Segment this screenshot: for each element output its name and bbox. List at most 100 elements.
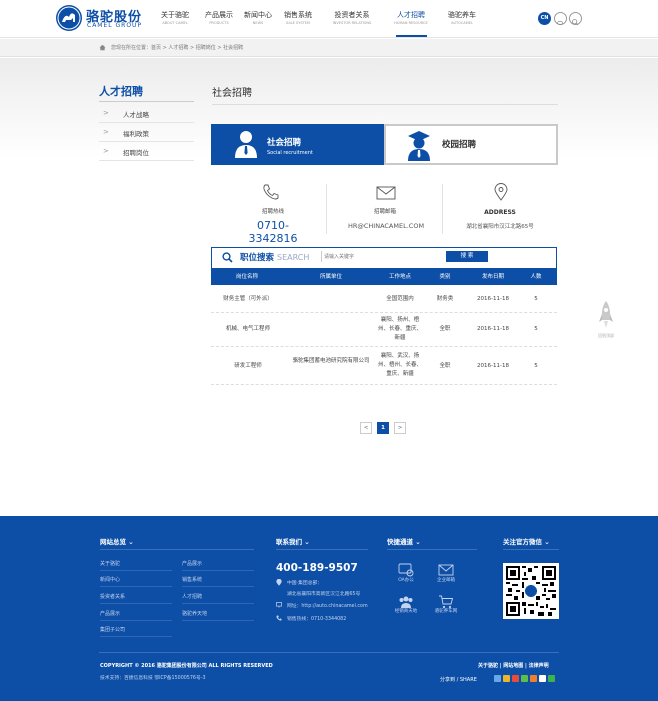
pagination-prev[interactable]: < [360,422,372,434]
footer-divider [100,603,172,604]
footer-divider [182,586,254,587]
job-count: 5 [534,296,538,302]
table-row[interactable]: 财务主管（可外派） 全国范围内 财务类 2016-11-18 5 [211,285,557,313]
footer-divider [100,620,172,621]
monitor-icon [276,602,282,608]
location-pin-icon [494,183,508,201]
title-divider [212,104,558,105]
tech-support[interactable]: 技术支持：百捷信息科技 鄂ICP备15000576号-3 [100,674,206,681]
cart-icon[interactable] [438,595,454,609]
footer-divider [100,570,172,571]
footer-bottom-divider [99,652,559,653]
nav-sales[interactable]: 销售系统 SALE SYSTEM [272,10,324,26]
share-qzone-icon[interactable] [503,675,510,682]
back-to-top-rocket-icon[interactable] [598,300,614,330]
quick-oa-label[interactable]: OA办公 [386,577,426,583]
footer-nav-title: 网站总览 ⌄ [100,538,134,546]
phone-icon [276,615,282,621]
share-weibo-icon[interactable] [494,675,501,682]
pagination-page[interactable]: 1 [377,422,389,434]
dealers-icon[interactable] [398,595,414,609]
mail-icon [376,186,396,200]
footer-link[interactable]: 集团子公司 [100,626,125,633]
quick-autocamel-label[interactable]: 骆驼养车网 [426,608,466,614]
job-table-header: 岗位名称 所属单位 工作地点 类别 发布日期 人数 [211,268,557,285]
user-icon [235,131,257,158]
search-input[interactable] [321,251,446,262]
chevron-right-icon: > [103,109,109,117]
share-sina-icon[interactable] [512,675,519,682]
mail-icon[interactable] [438,563,454,577]
share-wechat-icon[interactable] [521,675,528,682]
tab-social-recruitment[interactable]: 社会招聘 Social recruitment [211,124,384,165]
language-button[interactable]: CN [538,12,551,25]
footer-link[interactable]: 骆驼养天地 [182,610,207,617]
logo-english: CAMEL GROUP [87,22,143,29]
chevron-down-icon: ⌄ [415,538,421,546]
job-location: 襄阳、扬州、梧州、长春、重庆、新疆 [377,317,422,341]
share-label: 分享到 / SHARE [440,677,477,683]
footer-contact-title: 联系我们 ⌄ [276,538,310,546]
home-icon[interactable] [99,44,106,51]
phone-label: 招聘热线 [261,209,284,215]
share-douban-icon[interactable] [539,675,546,682]
pagination-next[interactable]: > [394,422,406,434]
job-name[interactable]: 研发工程师 [215,362,281,371]
wechat-qr-code [503,563,559,619]
footer-divider [387,549,477,550]
footer-link[interactable]: 新闻中心 [100,576,120,583]
oa-office-icon[interactable] [398,563,414,577]
job-date: 2016-11-18 [477,363,509,369]
footer-divider [182,620,254,621]
table-row[interactable]: 研发工程师 骆驼集团蓄电池研究院有限公司 襄阳、武汉、扬州、梧州、长春、重庆、新… [211,347,557,385]
quick-mail-label[interactable]: 企业邮箱 [426,577,466,583]
contact-divider [442,184,443,234]
tab-campus-recruitment[interactable]: 校园招聘 [384,124,558,165]
footer-divider [100,636,172,637]
job-type: 全职 [439,363,451,369]
footer-link[interactable]: 产品展示 [182,560,202,567]
nav-hr[interactable]: 人才招聘 HUMAN RESOURCE [385,10,437,26]
search-title: 职位搜索 SEARCH [240,253,310,263]
footer-sales-line: 销售热线：0710-3344082 [287,617,347,622]
sidebar-item-welfare[interactable]: > 福利政策 [99,123,194,142]
search-icon[interactable] [569,12,582,26]
footer-link[interactable]: 投资者关系 [100,593,125,600]
email-address[interactable]: HR@CHINACAMEL.COM [342,222,430,230]
weibo-icon[interactable] [554,12,567,25]
job-name[interactable]: 财务主管（可外派） [215,295,281,304]
share-more-icon[interactable] [548,675,555,682]
search-button[interactable]: 搜 索 [446,251,488,262]
job-name[interactable]: 机械、电气工程师 [215,325,281,334]
nav-autocamel[interactable]: 骆驼养车 AUTOCAMEL [436,10,488,26]
job-type: 财务类 [436,296,454,302]
sidebar-divider [99,101,194,102]
search-icon [222,252,233,263]
footer-link[interactable]: 产品展示 [100,610,120,617]
quick-dealers-label[interactable]: 经销商天地 [386,608,426,614]
phone-icon [263,184,279,200]
footer-legal-links[interactable]: 关于骆驼 | 网站地图 | 法律声明 [478,662,549,669]
col-location: 工作地点 [388,274,411,280]
nav-investor[interactable]: 投资者关系 INVESTOR RELATIONS [326,10,378,26]
breadcrumb[interactable]: 您现在所在位置：首页 > 人才招聘 > 招聘岗位 > 社会招聘 [111,44,243,51]
share-renren-icon[interactable] [530,675,537,682]
chevron-down-icon: ⌄ [544,538,550,546]
footer-divider [182,570,254,571]
footer-website[interactable]: 网址：http://auto.chinacamel.com [287,602,368,609]
footer-divider [503,549,559,550]
footer-link[interactable]: 销售系统 [182,576,202,583]
footer-link[interactable]: 人才招聘 [182,593,202,600]
back-to-top-label[interactable]: 回到顶部 [595,333,617,339]
camel-logo-icon[interactable] [56,5,82,31]
job-date: 2016-11-18 [477,296,509,302]
footer-link[interactable]: 关于骆驼 [100,560,120,567]
job-count: 5 [534,363,538,369]
sidebar-item-strategy[interactable]: > 人才战略 [99,104,194,123]
sidebar-item-positions[interactable]: > 招聘岗位 [99,142,194,161]
table-row[interactable]: 机械、电气工程师 襄阳、扬州、梧州、长春、重庆、新疆 全职 2016-11-18… [211,313,557,347]
email-label: 招聘邮箱 [373,209,396,215]
chevron-down-icon: ⌄ [128,538,134,546]
job-location: 襄阳、武汉、扬州、梧州、长春、重庆、新疆 [377,353,422,377]
footer-wechat-title: 关注官方微信 ⌄ [503,538,550,546]
